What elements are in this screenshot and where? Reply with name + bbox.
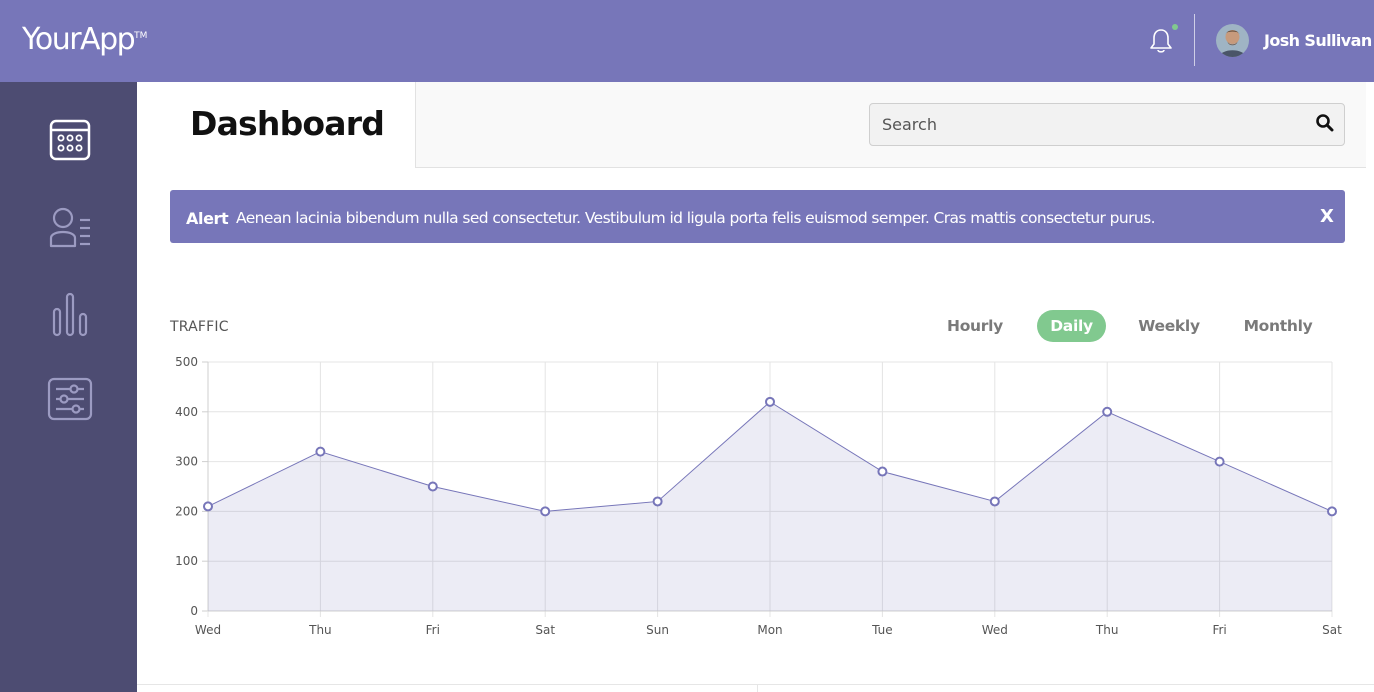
- data-point[interactable]: [765, 396, 775, 407]
- y-tick-label: 0: [190, 604, 198, 618]
- bell-icon[interactable]: [1148, 26, 1174, 56]
- search-input[interactable]: [869, 103, 1345, 146]
- alert-close-button[interactable]: X: [1320, 206, 1334, 227]
- data-point[interactable]: [1327, 506, 1337, 517]
- x-tick-label: Sat: [535, 623, 555, 637]
- trademark: TM: [134, 31, 148, 41]
- avatar[interactable]: [1216, 24, 1249, 57]
- title-box: Dashboard: [137, 82, 416, 168]
- data-point[interactable]: [427, 481, 438, 492]
- y-tick-label: 100: [175, 554, 198, 568]
- x-tick-label: Fri: [426, 623, 440, 637]
- bottom-divider: [137, 684, 1374, 685]
- avatar-image: [1216, 24, 1249, 57]
- sidebar-item-reports[interactable]: [40, 284, 100, 344]
- calendar-grid-icon: [49, 119, 91, 161]
- app-logo-text: YourApp: [22, 22, 136, 57]
- data-point[interactable]: [203, 501, 213, 512]
- data-point[interactable]: [1214, 456, 1225, 467]
- alert-label: Alert: [186, 209, 229, 228]
- x-tick-label: Fri: [1212, 623, 1226, 637]
- bar-chart-icon: [52, 292, 88, 337]
- tab-weekly[interactable]: Weekly: [1133, 310, 1205, 342]
- y-tick-label: 300: [175, 455, 198, 469]
- chart-area: [207, 401, 1333, 611]
- data-point[interactable]: [877, 466, 888, 477]
- y-tick-label: 500: [175, 355, 198, 369]
- notification-dot: [1172, 24, 1178, 30]
- data-point[interactable]: [652, 496, 663, 507]
- sidebar-item-members[interactable]: [40, 197, 100, 257]
- user-list-icon: [49, 207, 90, 248]
- sidebar-item-settings[interactable]: [40, 369, 100, 429]
- x-tick-label: Tue: [871, 623, 893, 637]
- app-logo[interactable]: YourAppTM: [22, 22, 147, 57]
- data-point[interactable]: [1102, 406, 1113, 417]
- page-title: Dashboard: [190, 104, 385, 143]
- x-tick-label: Thu: [1095, 623, 1119, 637]
- x-tick-label: Thu: [308, 623, 332, 637]
- x-tick-label: Sun: [646, 623, 669, 637]
- header-divider: [1194, 14, 1195, 66]
- sliders-icon: [47, 377, 93, 421]
- traffic-label: TRAFFIC: [170, 319, 229, 335]
- data-point[interactable]: [540, 506, 551, 517]
- traffic-chart: 0 100 200 300 400 500 Wed Thu Fri Sat Sun Mon Tue Wed…: [175, 355, 1342, 637]
- x-tick-label: Sat: [1322, 623, 1342, 637]
- y-tick-label: 400: [175, 405, 198, 419]
- alert-message: Aenean lacinia bibendum nulla sed consec…: [236, 209, 1156, 227]
- data-point[interactable]: [315, 446, 326, 457]
- y-tick-label: 200: [175, 504, 198, 518]
- x-tick-label: Wed: [195, 623, 221, 637]
- search-icon[interactable]: [1315, 113, 1335, 133]
- tab-daily[interactable]: Daily: [1037, 310, 1106, 342]
- series-area-fill: [208, 401, 1332, 611]
- sidebar-item-dashboard[interactable]: [40, 110, 100, 170]
- bottom-split: [757, 684, 758, 692]
- x-tick-label: Wed: [982, 623, 1008, 637]
- sidebar: [0, 82, 137, 692]
- tab-hourly[interactable]: Hourly: [941, 310, 1009, 342]
- x-tick-label: Mon: [757, 623, 782, 637]
- alert-banner: Alert Aenean lacinia bibendum nulla sed …: [170, 190, 1345, 243]
- data-point[interactable]: [989, 496, 1000, 507]
- tab-monthly[interactable]: Monthly: [1238, 310, 1318, 342]
- user-name[interactable]: Josh Sullivan: [1264, 31, 1372, 50]
